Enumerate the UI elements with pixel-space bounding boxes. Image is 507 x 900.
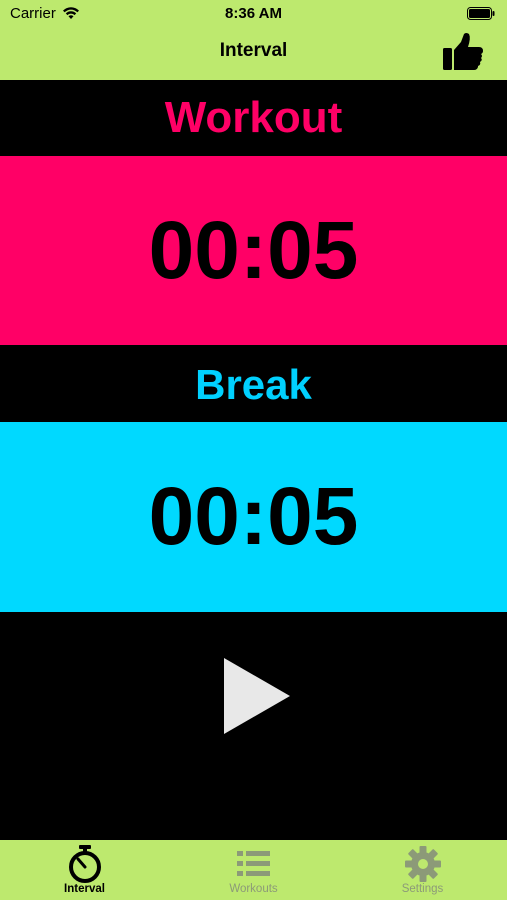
stopwatch-icon bbox=[65, 844, 105, 884]
tab-interval[interactable]: Interval bbox=[0, 840, 169, 900]
gear-icon bbox=[403, 844, 443, 884]
status-time: 8:36 AM bbox=[225, 5, 282, 22]
play-button[interactable] bbox=[224, 658, 292, 734]
play-icon bbox=[224, 658, 290, 734]
break-timer-panel[interactable]: 00:05 bbox=[0, 422, 507, 612]
thumbs-up-icon[interactable] bbox=[441, 32, 485, 72]
tab-workouts-label: Workouts bbox=[229, 883, 278, 895]
workout-time: 00:05 bbox=[148, 204, 359, 296]
header: Carrier 8:36 AM Interval bbox=[0, 0, 507, 80]
tab-settings[interactable]: Settings bbox=[338, 840, 507, 900]
tab-settings-label: Settings bbox=[401, 883, 444, 895]
battery-icon bbox=[467, 7, 495, 25]
list-icon bbox=[234, 844, 274, 884]
workout-timer-panel[interactable]: 00:05 bbox=[0, 156, 507, 345]
tab-interval-label: Interval bbox=[64, 883, 105, 895]
controls-area bbox=[0, 612, 507, 840]
break-time: 00:05 bbox=[148, 471, 359, 562]
workout-label: Workout bbox=[164, 93, 343, 142]
tab-bar: Interval Workouts Settings bbox=[0, 840, 507, 900]
status-bar: Carrier 8:36 AM bbox=[0, 0, 507, 28]
break-label: Break bbox=[195, 361, 312, 408]
tab-workouts[interactable]: Workouts bbox=[169, 840, 338, 900]
page-title: Interval bbox=[219, 40, 288, 61]
